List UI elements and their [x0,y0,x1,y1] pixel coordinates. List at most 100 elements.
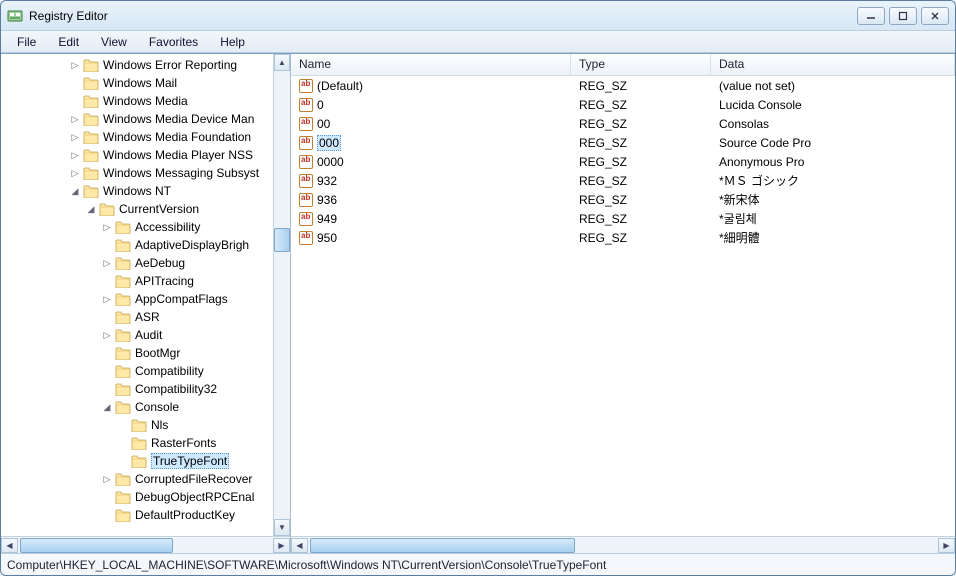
expand-icon[interactable]: ▷ [69,131,81,143]
scroll-right-arrow-icon[interactable]: ▶ [938,538,955,553]
tree-item[interactable]: ▷Windows Error Reporting [5,56,290,74]
tree-vertical-scrollbar[interactable]: ▲ ▼ [273,54,290,536]
folder-icon [115,311,131,324]
titlebar[interactable]: Registry Editor [1,1,955,31]
folder-icon [83,59,99,72]
expand-icon[interactable]: ▷ [69,113,81,125]
tree-item[interactable]: Windows Mail [5,74,290,92]
tree-item[interactable]: ◢CurrentVersion [5,200,290,218]
tree-item[interactable]: Windows Media [5,92,290,110]
tree-item[interactable]: ▷Accessibility [5,218,290,236]
minimize-button[interactable] [857,7,885,25]
scroll-thumb[interactable] [20,538,173,553]
tree-item[interactable]: Nls [5,416,290,434]
menu-favorites[interactable]: Favorites [139,33,208,51]
tree-pane: ▷Windows Error ReportingWindows MailWind… [1,54,291,553]
tree-item-label: RasterFonts [151,436,216,450]
tree-item[interactable]: Compatibility32 [5,380,290,398]
scroll-up-arrow-icon[interactable]: ▲ [274,54,290,71]
menu-help[interactable]: Help [210,33,255,51]
scroll-track[interactable] [274,71,290,519]
list-horizontal-scrollbar[interactable]: ◀ ▶ [291,536,955,553]
expand-icon[interactable]: ▷ [101,293,113,305]
maximize-button[interactable] [889,7,917,25]
scroll-track[interactable] [308,538,938,553]
tree-horizontal-scrollbar[interactable]: ◀ ▶ [1,536,290,553]
tree-item[interactable]: RasterFonts [5,434,290,452]
tree-item[interactable]: ASR [5,308,290,326]
folder-icon [115,383,131,396]
folder-icon [83,167,99,180]
tree-item[interactable]: ▷CorruptedFileRecover [5,470,290,488]
scroll-thumb[interactable] [274,228,290,252]
folder-icon [115,329,131,342]
tree-item[interactable]: BootMgr [5,344,290,362]
scroll-left-arrow-icon[interactable]: ◀ [291,538,308,553]
expand-icon[interactable]: ▷ [69,149,81,161]
folder-icon [115,293,131,306]
tree-item[interactable]: TrueTypeFont [5,452,290,470]
expand-icon[interactable]: ▷ [69,167,81,179]
tree-item[interactable]: ▷AeDebug [5,254,290,272]
tree-item[interactable]: ◢Console [5,398,290,416]
scroll-down-arrow-icon[interactable]: ▼ [274,519,290,536]
folder-icon [115,275,131,288]
scroll-left-arrow-icon[interactable]: ◀ [1,538,18,553]
menu-view[interactable]: View [91,33,137,51]
tree-item[interactable]: DefaultProductKey [5,506,290,524]
scroll-track[interactable] [18,538,273,553]
folder-icon [115,257,131,270]
close-button[interactable] [921,7,949,25]
collapse-icon[interactable]: ◢ [85,203,97,215]
tree-item[interactable]: Compatibility [5,362,290,380]
value-row[interactable]: 000REG_SZSource Code Pro [291,133,955,152]
scroll-thumb[interactable] [310,538,575,553]
scroll-right-arrow-icon[interactable]: ▶ [273,538,290,553]
string-value-icon [299,155,313,169]
expand-icon[interactable]: ▷ [101,473,113,485]
tree-item[interactable]: DebugObjectRPCEnal [5,488,290,506]
value-list[interactable]: (Default)REG_SZ(value not set)0REG_SZLuc… [291,76,955,536]
tree-view[interactable]: ▷Windows Error ReportingWindows MailWind… [1,54,290,536]
string-value-icon [299,231,313,245]
value-type: REG_SZ [571,193,711,207]
tree-item[interactable]: ▷Windows Media Player NSS [5,146,290,164]
value-row[interactable]: 949REG_SZ*굴림체 [291,209,955,228]
value-row[interactable]: 950REG_SZ*細明體 [291,228,955,247]
expand-icon[interactable]: ▷ [101,257,113,269]
expand-icon[interactable]: ▷ [69,59,81,71]
value-row[interactable]: 00REG_SZConsolas [291,114,955,133]
value-type: REG_SZ [571,136,711,150]
value-type: REG_SZ [571,212,711,226]
statusbar: Computer\HKEY_LOCAL_MACHINE\SOFTWARE\Mic… [1,553,955,575]
tree-item[interactable]: ▷Windows Media Foundation [5,128,290,146]
tree-item-label: Windows NT [103,184,171,198]
tree-item[interactable]: ▷Windows Messaging Subsyst [5,164,290,182]
menu-file[interactable]: File [7,33,46,51]
value-row[interactable]: 0000REG_SZAnonymous Pro [291,152,955,171]
tree-item[interactable]: AdaptiveDisplayBrigh [5,236,290,254]
tree-item[interactable]: APITracing [5,272,290,290]
value-data: (value not set) [711,79,955,93]
tree-item-label: TrueTypeFont [151,453,229,469]
tree-item[interactable]: ▷Audit [5,326,290,344]
tree-item[interactable]: ▷Windows Media Device Man [5,110,290,128]
value-row[interactable]: 0REG_SZLucida Console [291,95,955,114]
folder-icon [115,491,131,504]
column-header-data[interactable]: Data [711,54,955,75]
value-name: 0000 [317,155,344,169]
tree-item[interactable]: ◢ Windows NT [5,182,290,200]
value-data: *ＭＳ ゴシック [711,172,955,189]
tree-item-label: Compatibility32 [135,382,217,396]
column-header-type[interactable]: Type [571,54,711,75]
collapse-icon[interactable]: ◢ [69,185,81,197]
column-header-name[interactable]: Name [291,54,571,75]
value-row[interactable]: (Default)REG_SZ(value not set) [291,76,955,95]
value-row[interactable]: 936REG_SZ*新宋体 [291,190,955,209]
menu-edit[interactable]: Edit [48,33,89,51]
value-row[interactable]: 932REG_SZ*ＭＳ ゴシック [291,171,955,190]
tree-item[interactable]: ▷AppCompatFlags [5,290,290,308]
expand-icon[interactable]: ▷ [101,221,113,233]
expand-icon[interactable]: ▷ [101,329,113,341]
collapse-icon[interactable]: ◢ [101,401,113,413]
